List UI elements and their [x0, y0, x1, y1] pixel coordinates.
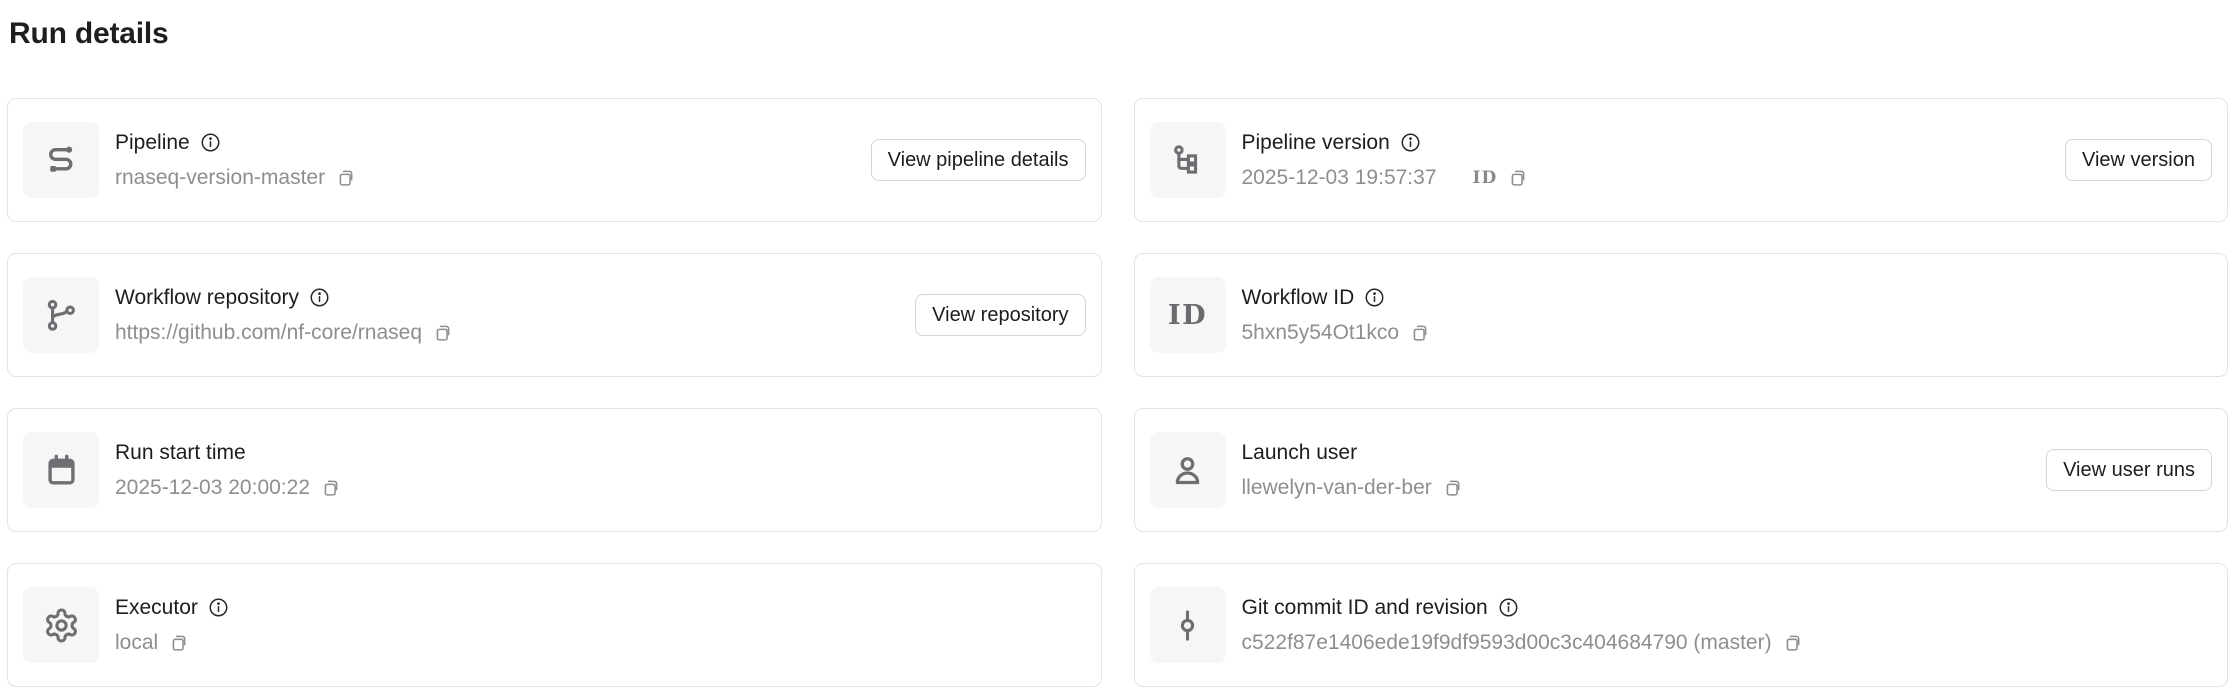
- card-executor: Executor local: [7, 563, 1102, 687]
- tree-hierarchy-icon: [1169, 142, 1206, 179]
- info-icon[interactable]: [208, 597, 229, 618]
- info-icon[interactable]: [200, 132, 221, 153]
- executor-text: Executor local: [115, 594, 229, 656]
- id-badge-icon: ID: [1168, 300, 1207, 331]
- copy-icon[interactable]: [432, 322, 453, 343]
- user-icon: [1169, 452, 1206, 489]
- route-icon: [43, 142, 80, 179]
- executor-icon-tile: [23, 587, 99, 663]
- pipeline-version-value: 2025-12-03 19:57:37: [1242, 164, 1437, 191]
- view-user-runs-button[interactable]: View user runs: [2046, 449, 2212, 491]
- workflow-id-text: Workflow ID 5hxn5y54Ot1kco: [1242, 284, 1431, 346]
- card-launch-user: Launch user llewelyn-van-der-ber View us…: [1134, 408, 2229, 532]
- run-start-time-icon-tile: [23, 432, 99, 508]
- copy-icon[interactable]: [1507, 167, 1528, 188]
- pipeline-value: rnaseq-version-master: [115, 164, 325, 191]
- info-icon[interactable]: [1364, 287, 1385, 308]
- launch-user-label: Launch user: [1242, 439, 1358, 466]
- workflow-id-value: 5hxn5y54Ot1kco: [1242, 319, 1400, 346]
- run-details-page: Run details Pipeline rnaseq-ver: [0, 0, 2234, 687]
- pipeline-version-label: Pipeline version: [1242, 129, 1390, 156]
- card-pipeline: Pipeline rnaseq-version-master View pipe…: [7, 98, 1102, 222]
- view-pipeline-details-button[interactable]: View pipeline details: [871, 139, 1086, 181]
- launch-user-icon-tile: [1150, 432, 1226, 508]
- launch-user-value: llewelyn-van-der-ber: [1242, 474, 1432, 501]
- calendar-icon: [43, 452, 80, 489]
- pipeline-version-icon-tile: [1150, 122, 1226, 198]
- card-workflow-repository: Workflow repository https://github.com/n…: [7, 253, 1102, 377]
- workflow-repository-value: https://github.com/nf-core/rnaseq: [115, 319, 422, 346]
- card-git-commit: Git commit ID and revision c522f87e1406e…: [1134, 563, 2229, 687]
- workflow-repository-text: Workflow repository https://github.com/n…: [115, 284, 453, 346]
- pipeline-version-text: Pipeline version 2025-12-03 19:57:37 ID: [1242, 129, 1529, 191]
- git-commit-icon-tile: [1150, 587, 1226, 663]
- pipeline-icon-tile: [23, 122, 99, 198]
- page-title: Run details: [9, 17, 2228, 51]
- info-icon[interactable]: [1400, 132, 1421, 153]
- pipeline-text: Pipeline rnaseq-version-master: [115, 129, 356, 191]
- pipeline-label: Pipeline: [115, 129, 190, 156]
- id-badge-icon[interactable]: ID: [1473, 168, 1498, 188]
- copy-icon[interactable]: [335, 167, 356, 188]
- git-commit-text: Git commit ID and revision c522f87e1406e…: [1242, 594, 1803, 656]
- run-start-time-value: 2025-12-03 20:00:22: [115, 474, 310, 501]
- workflow-repository-label: Workflow repository: [115, 284, 299, 311]
- executor-value: local: [115, 629, 158, 656]
- run-details-grid: Pipeline rnaseq-version-master View pipe…: [7, 98, 2228, 687]
- workflow-repository-icon-tile: [23, 277, 99, 353]
- git-commit-value: c522f87e1406ede19f9df9593d00c3c404684790…: [1242, 629, 1772, 656]
- executor-label: Executor: [115, 594, 198, 621]
- card-pipeline-version: Pipeline version 2025-12-03 19:57:37 ID …: [1134, 98, 2229, 222]
- git-branch-icon: [43, 297, 80, 334]
- launch-user-text: Launch user llewelyn-van-der-ber: [1242, 439, 1463, 501]
- copy-icon[interactable]: [1409, 322, 1430, 343]
- copy-icon[interactable]: [1442, 477, 1463, 498]
- view-repository-button[interactable]: View repository: [915, 294, 1085, 336]
- run-start-time-text: Run start time 2025-12-03 20:00:22: [115, 439, 341, 501]
- card-workflow-id: ID Workflow ID 5hxn5y54Ot1kco: [1134, 253, 2229, 377]
- copy-icon[interactable]: [320, 477, 341, 498]
- run-start-time-label: Run start time: [115, 439, 246, 466]
- card-run-start-time: Run start time 2025-12-03 20:00:22: [7, 408, 1102, 532]
- view-version-button[interactable]: View version: [2065, 139, 2212, 181]
- info-icon[interactable]: [309, 287, 330, 308]
- info-icon[interactable]: [1498, 597, 1519, 618]
- git-commit-label: Git commit ID and revision: [1242, 594, 1488, 621]
- copy-icon[interactable]: [168, 632, 189, 653]
- copy-icon[interactable]: [1782, 632, 1803, 653]
- git-commit-icon: [1169, 607, 1206, 644]
- gear-icon: [43, 607, 80, 644]
- workflow-id-label: Workflow ID: [1242, 284, 1355, 311]
- workflow-id-icon-tile: ID: [1150, 277, 1226, 353]
